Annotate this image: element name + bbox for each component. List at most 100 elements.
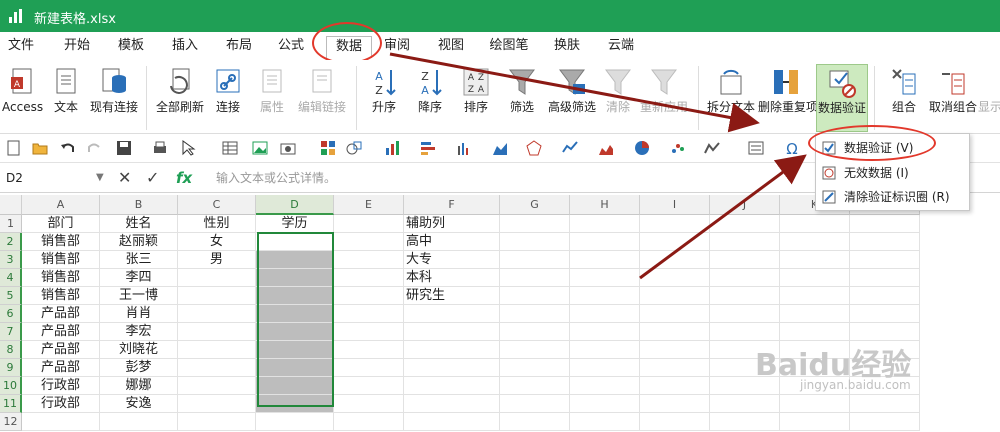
cell-e12[interactable]: [334, 413, 404, 431]
cell-i7[interactable]: [640, 323, 710, 341]
tab-formula[interactable]: 公式: [274, 36, 308, 58]
cell-k11[interactable]: [780, 395, 850, 413]
sort-descending-button[interactable]: ZA 降序: [412, 64, 448, 132]
row-header-2[interactable]: 2: [0, 233, 22, 251]
pointer-icon[interactable]: [180, 140, 196, 156]
tab-insert[interactable]: 插入: [168, 36, 202, 58]
menu-item-invalid-data[interactable]: 无效数据 (I): [816, 162, 969, 184]
cell-j4[interactable]: [710, 269, 780, 287]
cell-a5[interactable]: 销售部: [22, 287, 100, 305]
name-box[interactable]: D2: [0, 167, 110, 189]
confirm-icon[interactable]: ✓: [146, 167, 159, 189]
new-file-icon[interactable]: [6, 140, 22, 156]
cell-j11[interactable]: [710, 395, 780, 413]
row-header-7[interactable]: 7: [0, 323, 22, 341]
cell-l6[interactable]: [850, 305, 920, 323]
text-box-icon[interactable]: [748, 140, 764, 156]
row-header-12[interactable]: 12: [0, 413, 22, 431]
bar-chart-icon[interactable]: [384, 140, 400, 156]
cell-k1[interactable]: [780, 215, 850, 233]
cell-h11[interactable]: [570, 395, 640, 413]
tab-skin[interactable]: 换肤: [550, 36, 584, 58]
row-header-4[interactable]: 4: [0, 269, 22, 287]
cell-h10[interactable]: [570, 377, 640, 395]
cell-e10[interactable]: [334, 377, 404, 395]
cell-b4[interactable]: 李四: [100, 269, 178, 287]
cell-h3[interactable]: [570, 251, 640, 269]
cell-a9[interactable]: 产品部: [22, 359, 100, 377]
cell-c3[interactable]: 男: [178, 251, 256, 269]
cell-e4[interactable]: [334, 269, 404, 287]
cell-e5[interactable]: [334, 287, 404, 305]
row-header-11[interactable]: 11: [0, 395, 22, 413]
cell-i8[interactable]: [640, 341, 710, 359]
cell-b2[interactable]: 赵丽颖: [100, 233, 178, 251]
cell-e3[interactable]: [334, 251, 404, 269]
cell-a2[interactable]: 销售部: [22, 233, 100, 251]
cell-c12[interactable]: [178, 413, 256, 431]
cell-c6[interactable]: [178, 305, 256, 323]
data-validation-button[interactable]: 数据验证: [816, 64, 868, 132]
cell-b7[interactable]: 李宏: [100, 323, 178, 341]
cell-f2[interactable]: 高中: [404, 233, 500, 251]
cell-h6[interactable]: [570, 305, 640, 323]
filter-button[interactable]: 筛选: [504, 64, 540, 132]
formula-input[interactable]: 输入文本或公式详情。: [216, 167, 336, 189]
column-chart-icon[interactable]: [456, 140, 472, 156]
column-header-g[interactable]: G: [500, 195, 570, 215]
row-header-10[interactable]: 10: [0, 377, 22, 395]
cell-c7[interactable]: [178, 323, 256, 341]
sort-button[interactable]: AZZA 排序: [458, 64, 494, 132]
connect-button[interactable]: 连接: [210, 64, 246, 132]
cell-f9[interactable]: [404, 359, 500, 377]
cell-k7[interactable]: [780, 323, 850, 341]
cell-a6[interactable]: 产品部: [22, 305, 100, 323]
cell-b3[interactable]: 张三: [100, 251, 178, 269]
cell-i2[interactable]: [640, 233, 710, 251]
open-folder-icon[interactable]: [32, 140, 48, 156]
cell-e9[interactable]: [334, 359, 404, 377]
cell-l11[interactable]: [850, 395, 920, 413]
cell-a3[interactable]: 销售部: [22, 251, 100, 269]
cell-b11[interactable]: 安逸: [100, 395, 178, 413]
cell-h12[interactable]: [570, 413, 640, 431]
tab-draw[interactable]: 绘图笔: [486, 36, 532, 58]
cell-l1[interactable]: [850, 215, 920, 233]
cell-j6[interactable]: [710, 305, 780, 323]
cell-l3[interactable]: [850, 251, 920, 269]
remove-duplicates-button[interactable]: 删除重复项: [758, 64, 818, 132]
cell-c4[interactable]: [178, 269, 256, 287]
cell-j3[interactable]: [710, 251, 780, 269]
image-icon[interactable]: [252, 140, 268, 156]
column-header-b[interactable]: B: [100, 195, 178, 215]
cell-h4[interactable]: [570, 269, 640, 287]
cell-a1[interactable]: 部门: [22, 215, 100, 233]
menu-item-clear-validation-circles[interactable]: 清除验证标识圈 (R): [816, 186, 969, 208]
row-header-5[interactable]: 5: [0, 287, 22, 305]
cell-h9[interactable]: [570, 359, 640, 377]
cell-j12[interactable]: [710, 413, 780, 431]
reapply-button[interactable]: 重新应用: [638, 64, 690, 132]
text-import-button[interactable]: 文本: [48, 64, 84, 132]
cell-a10[interactable]: 行政部: [22, 377, 100, 395]
area2-chart-icon[interactable]: [598, 140, 614, 156]
cell-c5[interactable]: [178, 287, 256, 305]
cell-g6[interactable]: [500, 305, 570, 323]
cancel-icon[interactable]: ✕: [118, 167, 131, 189]
cell-k12[interactable]: [780, 413, 850, 431]
row-header-9[interactable]: 9: [0, 359, 22, 377]
cell-g8[interactable]: [500, 341, 570, 359]
tab-view[interactable]: 视图: [434, 36, 468, 58]
print-icon[interactable]: [152, 140, 168, 156]
cell-a4[interactable]: 销售部: [22, 269, 100, 287]
cell-c11[interactable]: [178, 395, 256, 413]
cell-e2[interactable]: [334, 233, 404, 251]
cell-b9[interactable]: 彭梦: [100, 359, 178, 377]
cell-g9[interactable]: [500, 359, 570, 377]
refresh-all-button[interactable]: 全部刷新: [154, 64, 206, 132]
cell-b5[interactable]: 王一博: [100, 287, 178, 305]
cell-i3[interactable]: [640, 251, 710, 269]
access-button[interactable]: A Access: [2, 64, 43, 132]
save-icon[interactable]: [116, 140, 132, 156]
cell-e11[interactable]: [334, 395, 404, 413]
